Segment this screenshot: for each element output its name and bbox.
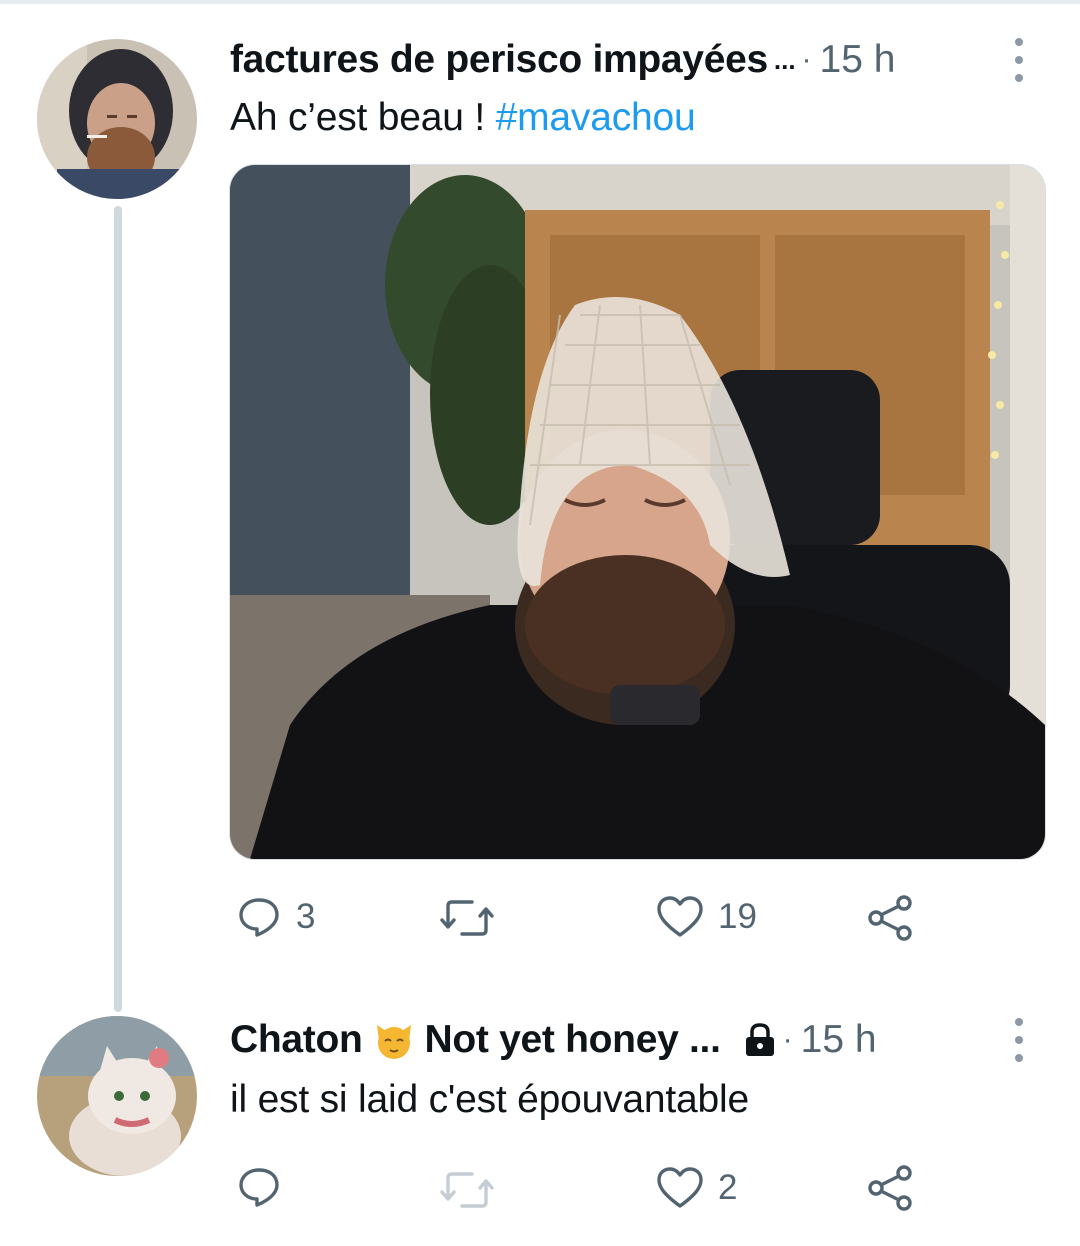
tweet-2-header: Chaton Not yet honey ... · 15 h (230, 1014, 877, 1066)
tweet-2-text: il est si laid c'est épouvantable (230, 1078, 749, 1122)
heart-icon (657, 1167, 703, 1208)
lock-icon (745, 1023, 774, 1056)
more-options-icon[interactable] (1009, 1018, 1029, 1062)
reply-count: 3 (296, 897, 316, 936)
separator-dot: · (801, 43, 812, 76)
tweet-1-text: Ah c’est beau ! #mavachou (230, 96, 696, 140)
like-count: 2 (718, 1168, 738, 1207)
author-name[interactable]: factures de perisco impayées (230, 38, 768, 82)
timestamp[interactable]: 15 h (820, 38, 896, 82)
reply-action[interactable]: 3 (236, 894, 315, 940)
share-icon (868, 895, 912, 941)
separator-dot: · (782, 1023, 793, 1056)
tweet-text-body: il est si laid c'est épouvantable (230, 1078, 749, 1121)
hashtag-link[interactable]: #mavachou (496, 96, 696, 139)
retweet-action[interactable] (440, 1168, 494, 1212)
heart-icon (657, 896, 703, 937)
timestamp[interactable]: 15 h (801, 1018, 877, 1062)
share-action[interactable] (866, 1164, 914, 1212)
retweet-action[interactable] (440, 896, 508, 940)
share-icon (868, 1165, 912, 1211)
top-divider (0, 0, 1080, 4)
author-name-suffix: Not yet honey ... (424, 1018, 721, 1061)
like-action[interactable]: 2 (656, 1166, 737, 1210)
author-name[interactable]: Chaton (230, 1018, 363, 1062)
name-truncation: ... (773, 44, 796, 75)
share-action[interactable] (866, 894, 914, 942)
tweet-1-header: factures de perisco impayées ... · 15 h (230, 34, 895, 86)
like-action[interactable]: 19 (656, 895, 757, 939)
thread-connector-line (114, 206, 122, 1012)
retweet-icon (440, 1172, 494, 1208)
reply-icon (239, 1168, 279, 1207)
avatar-author-1[interactable] (37, 39, 197, 199)
more-options-icon[interactable] (1009, 38, 1029, 82)
avatar-author-2[interactable] (37, 1016, 197, 1176)
reply-action[interactable] (236, 1164, 282, 1210)
retweet-icon (440, 900, 494, 936)
like-count: 19 (718, 897, 757, 936)
tweet-text-body: Ah c’est beau ! (230, 96, 496, 139)
reply-icon (239, 898, 279, 937)
cat-face-emoji (376, 1025, 411, 1059)
tweet-1-photo[interactable] (229, 164, 1046, 860)
